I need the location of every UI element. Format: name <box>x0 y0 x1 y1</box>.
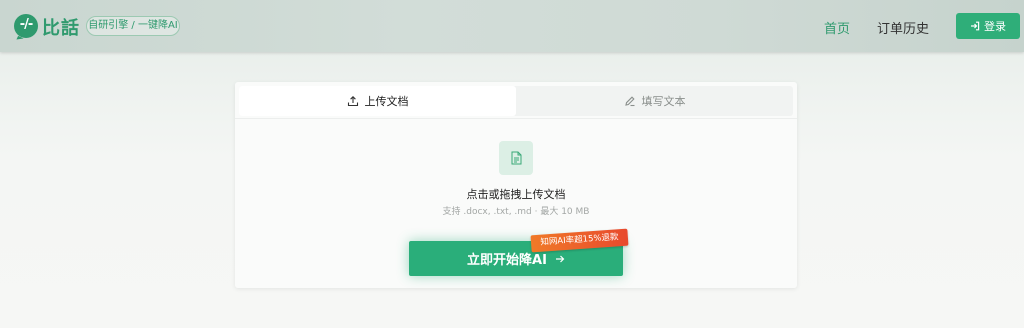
upload-dropzone-icon[interactable] <box>499 141 533 175</box>
logo-glyph: -/- <box>19 17 34 32</box>
login-icon <box>971 21 980 31</box>
tabs-divider <box>235 118 797 119</box>
logo-icon[interactable]: -/- <box>14 14 38 38</box>
tab-upload-document[interactable]: 上传文档 <box>239 86 516 116</box>
login-label: 登录 <box>984 20 1006 33</box>
login-button[interactable]: 登录 <box>956 13 1020 39</box>
nav-order-history[interactable]: 订单历史 <box>877 18 929 37</box>
top-header: -/- 比話 自研引擎 / 一键降AI 首页 订单历史 登录 <box>0 0 1024 52</box>
tab-upload-label: 上传文档 <box>364 95 409 108</box>
upload-title[interactable]: 点击或拖拽上传文档 <box>235 186 797 202</box>
tab-text-label: 填写文本 <box>641 95 686 108</box>
upload-card: 上传文档 填写文本 点击或拖拽上传文档 支持 .docx, .txt, .md … <box>235 82 797 288</box>
upload-icon <box>347 96 358 107</box>
tab-enter-text[interactable]: 填写文本 <box>516 86 793 116</box>
document-icon <box>511 151 521 165</box>
logo-text[interactable]: 比話 <box>42 14 80 40</box>
arrow-right-icon <box>555 255 565 262</box>
nav-home[interactable]: 首页 <box>824 18 850 37</box>
input-mode-tabs: 上传文档 填写文本 <box>239 86 793 116</box>
upload-hint: 支持 .docx, .txt, .md · 最大 10 MB <box>442 207 590 217</box>
slogan-badge: 自研引擎 / 一键降AI <box>86 16 180 36</box>
pencil-icon <box>624 96 635 107</box>
